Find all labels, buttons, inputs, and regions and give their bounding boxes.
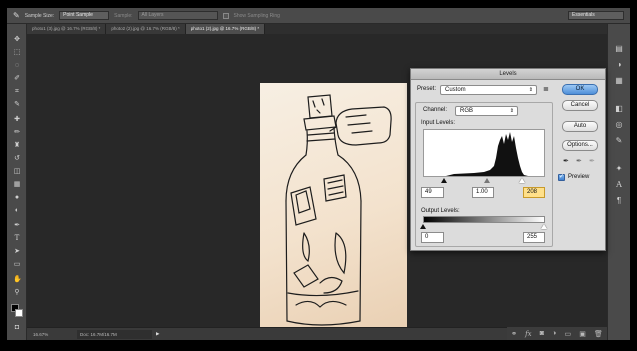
channel-dropdown-arrow-icon: ⇕ <box>509 108 514 114</box>
sample-layers-select[interactable]: All Layers <box>137 11 218 20</box>
character-panel-icon[interactable]: A <box>614 180 624 189</box>
input-black-slider[interactable] <box>441 178 447 183</box>
bottle-sketch-icon <box>285 94 392 326</box>
tools-panel: ✥ ⬚ ◌ ✐ ⌗ ✎ ✚ ✏ ♜ ↺ ◫ ▦ ● ◐ ✒ T ➤ ▭ ✋ ⚲ … <box>7 24 27 340</box>
status-menu-arrow-icon[interactable]: ▶ <box>156 331 159 337</box>
history-brush-icon[interactable]: ↺ <box>13 155 21 162</box>
zoom-readout[interactable]: 16.67% <box>27 332 77 337</box>
ok-button[interactable]: OK <box>562 84 598 95</box>
paths-panel-icon[interactable]: ✎ <box>614 136 624 145</box>
cancel-button[interactable]: Cancel <box>562 100 598 111</box>
dodge-tool-icon[interactable]: ◐ <box>13 207 21 214</box>
options-bar: ✎ Sample Size: Point Sample Sample: All … <box>7 8 630 24</box>
clone-stamp-icon[interactable]: ♜ <box>13 142 21 149</box>
history-panel-icon[interactable]: ▤ <box>614 44 624 53</box>
right-panel-dock: ▤ ◑ ▦ ◧ ◎ ✎ ✦ A ¶ <box>607 24 630 340</box>
zoom-tool-icon[interactable]: ⚲ <box>13 289 21 296</box>
bottle-drawing-image <box>260 83 407 334</box>
show-sampling-ring-label: Show Sampling Ring <box>233 12 280 19</box>
background-color-swatch[interactable] <box>15 309 23 317</box>
preset-options-icon[interactable]: ≣ <box>543 85 549 93</box>
eraser-tool-icon[interactable]: ◫ <box>13 168 21 175</box>
blur-tool-icon[interactable]: ● <box>13 194 21 201</box>
layers-footer-bar: ⚭ fx ◙ ◑ ▭ ▣ 🗑 <box>507 327 607 340</box>
doc-size-readout: Doc: 16.7M/16.7M <box>77 329 152 339</box>
channel-label: Channel: <box>423 107 448 113</box>
layer-style-icon[interactable]: fx <box>525 330 532 338</box>
preset-value: Custom <box>445 87 466 93</box>
new-group-icon[interactable]: ▭ <box>564 330 571 338</box>
preset-dropdown-arrow-icon: ⇕ <box>528 87 533 93</box>
new-adjustment-icon[interactable]: ◑ <box>552 330 556 337</box>
input-white-field[interactable]: 208 <box>523 187 545 198</box>
input-gamma-field[interactable]: 1.00 <box>472 187 494 198</box>
output-gradient-bar <box>423 216 545 223</box>
new-layer-icon[interactable]: ▣ <box>579 330 586 338</box>
quick-mask-icon[interactable]: ◘ <box>13 324 21 331</box>
output-levels-label: Output Levels: <box>421 208 460 214</box>
output-white-slider[interactable] <box>541 224 547 229</box>
options-button[interactable]: Options... <box>562 140 598 151</box>
healing-brush-icon[interactable]: ✚ <box>13 116 21 123</box>
tab-photo2-2[interactable]: photo2 (2).jpg @ 16.7% (RGB/8) * <box>106 24 186 34</box>
adjustments-panel-icon[interactable]: ◑ <box>614 60 624 69</box>
brush-panel-icon[interactable]: ✦ <box>614 164 624 173</box>
channels-panel-icon[interactable]: ◎ <box>614 120 624 129</box>
sample-size-label: Sample Size: <box>24 12 55 19</box>
white-point-eyedropper-icon[interactable]: ✒ <box>589 157 595 165</box>
link-layers-icon[interactable]: ⚭ <box>511 330 517 338</box>
histogram <box>423 129 545 177</box>
output-black-slider[interactable] <box>420 224 426 229</box>
input-gamma-slider[interactable] <box>484 178 490 183</box>
black-point-eyedropper-icon[interactable]: ✒ <box>563 157 569 165</box>
add-mask-icon[interactable]: ◙ <box>540 330 544 337</box>
delete-layer-icon[interactable]: 🗑 <box>594 330 603 338</box>
eyedropper-icon[interactable]: ✎ <box>13 101 21 108</box>
show-sampling-ring-checkbox[interactable] <box>222 12 229 19</box>
preset-label: Preset: <box>417 86 437 92</box>
sample-size-select[interactable]: Point Sample <box>59 11 110 20</box>
preview-checkbox[interactable]: ✓ <box>558 174 565 181</box>
shape-tool-icon[interactable]: ▭ <box>13 261 21 268</box>
crop-tool-icon[interactable]: ⌗ <box>13 88 21 95</box>
tab-photo1-2[interactable]: photo1 (2).jpg @ 16.7% (RGB/8) * <box>185 24 266 34</box>
sample-label: Sample: <box>114 12 133 19</box>
input-levels-label: Input Levels: <box>421 120 456 126</box>
pen-tool-icon[interactable]: ✒ <box>13 222 21 229</box>
marquee-tool-icon[interactable]: ⬚ <box>13 49 21 56</box>
move-tool-icon[interactable]: ✥ <box>13 36 21 43</box>
brush-tool-icon[interactable]: ✏ <box>13 129 21 136</box>
lasso-tool-icon[interactable]: ◌ <box>13 62 21 69</box>
layers-panel-icon[interactable]: ◧ <box>614 104 624 113</box>
workspace-select[interactable]: Essentials <box>568 11 624 20</box>
output-black-field[interactable]: 0 <box>421 232 444 243</box>
auto-button[interactable]: Auto <box>562 121 598 132</box>
document-tabs: photo1 (3).jpg @ 16.7% (RGB/8) * photo2 … <box>27 24 607 34</box>
swatches-panel-icon[interactable]: ▦ <box>614 76 624 85</box>
gradient-tool-icon[interactable]: ▦ <box>13 181 21 188</box>
path-select-icon[interactable]: ➤ <box>13 248 21 255</box>
channel-select[interactable]: RGB ⇕ <box>455 106 518 116</box>
preset-select[interactable]: Custom ⇕ <box>440 85 537 95</box>
gray-point-eyedropper-icon[interactable]: ✒ <box>576 157 582 165</box>
paragraph-panel-icon[interactable]: ¶ <box>614 196 624 205</box>
preview-label: Preview <box>568 174 590 180</box>
input-white-slider[interactable] <box>519 178 525 183</box>
levels-dialog-title[interactable]: Levels <box>411 69 605 80</box>
quick-select-tool-icon[interactable]: ✐ <box>13 75 21 82</box>
hand-tool-icon[interactable]: ✋ <box>13 276 22 283</box>
channel-value: RGB <box>460 108 474 114</box>
histogram-graph <box>424 132 544 176</box>
output-white-field[interactable]: 255 <box>523 232 545 243</box>
type-tool-icon[interactable]: T <box>13 235 21 242</box>
tab-photo1-3[interactable]: photo1 (3).jpg @ 16.7% (RGB/8) * <box>27 24 107 34</box>
eyedropper-tool-icon[interactable]: ✎ <box>13 11 20 20</box>
input-black-field[interactable]: 49 <box>421 187 444 198</box>
